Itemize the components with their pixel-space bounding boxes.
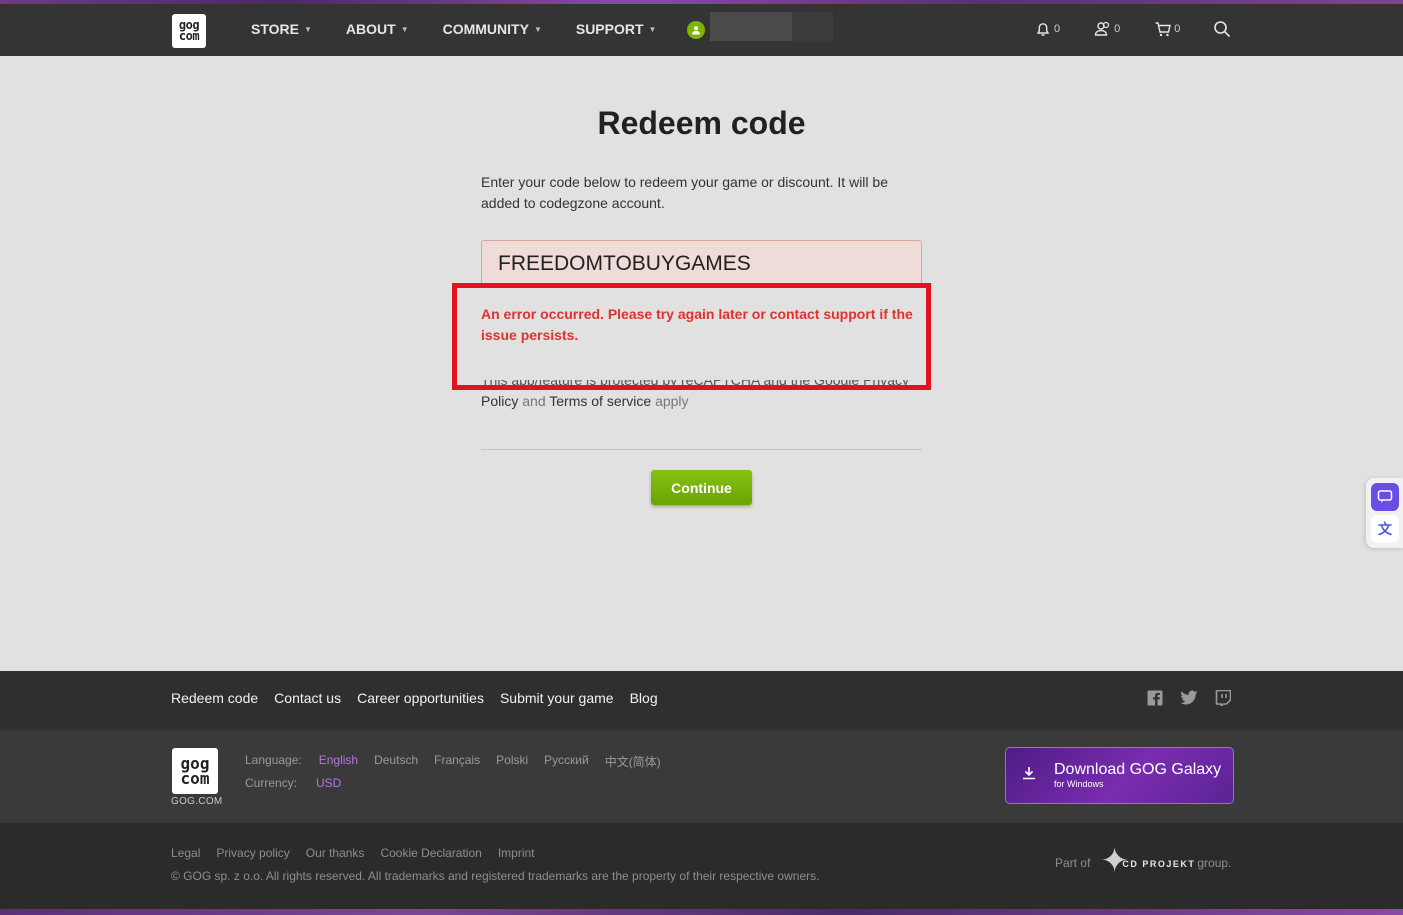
privacy-policy-footer-link[interactable]: Privacy policy <box>216 846 289 860</box>
notifications-count: 0 <box>1054 23 1061 35</box>
language-option-deutsch[interactable]: Deutsch <box>374 753 418 770</box>
chevron-down-icon: ▼ <box>533 24 542 34</box>
footer-gog-logo[interactable]: gog com <box>172 748 218 794</box>
galaxy-subtitle: for Windows <box>1054 778 1104 789</box>
cart-button[interactable]: 0 <box>1154 20 1180 38</box>
translate-icon: 文 <box>1378 521 1392 537</box>
chevron-down-icon: ▼ <box>400 24 409 34</box>
page-title: Redeem code <box>597 105 806 141</box>
intro-text: Enter your code below to redeem your gam… <box>481 174 888 211</box>
galaxy-title: Download GOG Galaxy <box>1054 760 1222 778</box>
nav-about[interactable]: ABOUT ▼ <box>346 21 409 37</box>
nav-store-label: STORE <box>251 21 299 37</box>
legal-link[interactable]: Legal <box>171 846 200 860</box>
currency-option-usd[interactable]: USD <box>316 776 341 790</box>
chat-bubble-icon <box>1377 490 1393 503</box>
currency-selector: Currency: USD <box>245 776 341 790</box>
chevron-down-icon: ▼ <box>648 24 657 34</box>
recaptcha-apply: apply <box>655 393 689 409</box>
language-option-polski[interactable]: Polski <box>496 753 528 770</box>
user-status-icon[interactable] <box>687 21 705 39</box>
cd-projekt-logo[interactable]: ✦ CD PROJEKT <box>1100 841 1194 885</box>
nav-support-label: SUPPORT <box>575 21 644 37</box>
footer-link-submit-game[interactable]: Submit your game <box>500 690 614 706</box>
footer-legal-bar: Legal Privacy policy Our thanks Cookie D… <box>0 823 1403 909</box>
download-galaxy-button[interactable]: Download GOG Galaxy for Windows <box>1005 747 1234 804</box>
main-nav: STORE ▼ ABOUT ▼ COMMUNITY ▼ SUPPORT ▼ <box>251 21 690 37</box>
our-thanks-link[interactable]: Our thanks <box>306 846 365 860</box>
privacy-policy-link[interactable]: Policy <box>481 393 518 409</box>
copyright-text: © GOG sp. z o.o. All rights reserved. Al… <box>171 869 820 883</box>
friends-count: 0 <box>1114 23 1121 35</box>
footer-link-redeem-code[interactable]: Redeem code <box>171 690 258 706</box>
twitter-icon[interactable] <box>1180 689 1198 707</box>
legal-links: Legal Privacy policy Our thanks Cookie D… <box>171 846 551 860</box>
nav-about-label: ABOUT <box>345 21 396 37</box>
facebook-icon[interactable] <box>1146 689 1164 707</box>
footer-settings-bar: gog com GOG.COM Language: English Deutsc… <box>0 730 1403 823</box>
footer-logo-caption: GOG.COM <box>171 796 223 807</box>
footer-link-contact-us[interactable]: Contact us <box>274 690 341 706</box>
language-label: Language: <box>245 753 302 767</box>
language-selector: Language: English Deutsch Français Polsk… <box>245 753 677 770</box>
error-highlight-box <box>452 283 931 390</box>
language-option-chinese[interactable]: 中文(简体) <box>605 753 661 770</box>
language-option-francais[interactable]: Français <box>434 753 480 770</box>
header-icons: 0 0 0 <box>1034 20 1214 38</box>
recaptcha-and: and <box>522 393 546 409</box>
terms-of-service-link[interactable]: Terms of service <box>549 393 651 409</box>
continue-button[interactable]: Continue <box>651 470 752 505</box>
chevron-down-icon: ▼ <box>303 24 312 34</box>
language-option-russian[interactable]: Русский <box>544 753 589 770</box>
username-redacted-extra[interactable] <box>792 12 833 41</box>
logo-text-bottom: com <box>178 29 200 43</box>
part-of-label: Part of <box>1055 856 1091 870</box>
group-label: group. <box>1197 856 1232 870</box>
gog-logo[interactable]: gog com <box>172 14 206 48</box>
top-navigation-bar: gog com STORE ▼ ABOUT ▼ COMMUNITY ▼ SUPPORT… <box>0 4 1403 56</box>
cart-icon <box>1155 22 1172 37</box>
cd-projekt-name: CD PROJEKT <box>1122 859 1196 869</box>
redeem-content: Redeem code Enter your code below to red… <box>0 56 1403 671</box>
user-icon <box>692 26 700 35</box>
notifications-button[interactable]: 0 <box>1034 20 1060 38</box>
translate-widget-button[interactable]: 文 <box>1371 515 1399 543</box>
footer-logo-text-bottom: com <box>180 769 210 788</box>
imprint-link[interactable]: Imprint <box>498 846 535 860</box>
bell-icon <box>1036 23 1050 36</box>
nav-store[interactable]: STORE ▼ <box>251 21 312 37</box>
bottom-decor-stripe <box>0 909 1403 915</box>
language-option-english[interactable]: English <box>319 753 358 770</box>
divider <box>481 449 922 450</box>
chat-widget-button[interactable] <box>1371 483 1399 511</box>
cd-projekt-group: Part of ✦ CD PROJEKT group. <box>1055 841 1231 885</box>
footer-link-careers[interactable]: Career opportunities <box>357 690 484 706</box>
footer-links-bar: Redeem code Contact us Career opportunit… <box>0 671 1403 730</box>
twitch-icon[interactable] <box>1214 689 1232 707</box>
nav-community[interactable]: COMMUNITY ▼ <box>443 21 542 37</box>
download-icon <box>1021 765 1037 786</box>
cart-count: 0 <box>1174 23 1181 35</box>
galaxy-button-text: Download GOG Galaxy for Windows <box>1054 760 1222 790</box>
nav-support[interactable]: SUPPORT ▼ <box>576 21 657 37</box>
side-widgets: 文 <box>1366 478 1403 548</box>
cookie-declaration-link[interactable]: Cookie Declaration <box>380 846 481 860</box>
social-links <box>1146 689 1248 707</box>
username-redacted[interactable] <box>710 12 792 41</box>
footer-link-blog[interactable]: Blog <box>630 690 658 706</box>
nav-community-label: COMMUNITY <box>442 21 529 37</box>
footer-links: Redeem code Contact us Career opportunit… <box>171 690 674 706</box>
search-icon <box>1214 21 1231 38</box>
friends-icon <box>1094 21 1110 36</box>
code-input[interactable] <box>481 240 922 288</box>
search-button[interactable] <box>1213 20 1231 43</box>
friends-button[interactable]: 0 <box>1094 20 1120 38</box>
currency-label: Currency: <box>245 776 298 790</box>
